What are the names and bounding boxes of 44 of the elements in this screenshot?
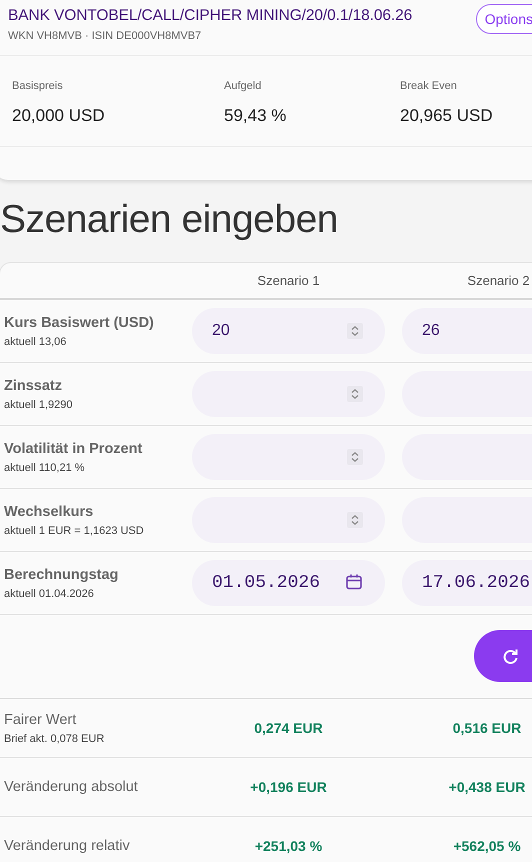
figure-value: 20,000 USD <box>12 106 106 126</box>
figure-value: 20,965 USD <box>400 106 494 126</box>
input-label: Wechselkurs <box>4 504 94 520</box>
current-value: aktuell 1,9290 <box>4 398 74 410</box>
current-value: aktuell 1 EUR = 1,1623 USD <box>4 524 145 536</box>
current-value: aktuell 13,06 <box>4 336 68 348</box>
figure-label: Aufgeld <box>224 80 262 92</box>
stepper-icon[interactable] <box>347 323 363 339</box>
input-label: Zinssatz <box>4 378 64 394</box>
current-value: aktuell 01.04.2026 <box>4 588 95 600</box>
input-label: Berechnungstag <box>4 566 120 582</box>
calendar-icon[interactable] <box>345 573 363 590</box>
result-label: Fairer Wert <box>4 712 78 728</box>
input-label: Volatilität in Prozent <box>4 440 144 456</box>
input-field[interactable] <box>192 497 385 543</box>
column-header: Szenario 2 <box>466 273 531 288</box>
input-field[interactable] <box>192 434 385 480</box>
stepper-icon[interactable] <box>347 449 363 465</box>
result-value: +251,03 % <box>254 838 324 854</box>
section-heading: Szenarien eingeben <box>0 198 339 242</box>
product-identifiers: WKN VH8MVB · ISIN DE000VH8MVB7 <box>8 30 202 42</box>
product-title: BANK VONTOBEL/CALL/CIPHER MINING/20/0.1/18.06.26 <box>8 7 412 25</box>
figure-label: Break Even <box>400 80 458 92</box>
input-field[interactable]: 26 <box>402 308 532 354</box>
input-field[interactable]: 20 <box>192 308 385 354</box>
result-value: 0,516 EUR <box>452 720 522 736</box>
column-header: Szenario 1 <box>256 273 321 288</box>
result-value: +0,438 EUR <box>448 779 526 795</box>
result-label: Veränderung relativ <box>4 838 131 854</box>
current-value: aktuell 110,21 % <box>4 462 86 474</box>
date-field[interactable]: 17.06.2026 <box>402 560 532 606</box>
stepper-icon[interactable] <box>347 386 363 402</box>
result-note: Brief akt. 0,078 EUR <box>4 732 106 744</box>
figure-label: Basispreis <box>12 80 64 92</box>
stepper-icon[interactable] <box>347 512 363 528</box>
input-field[interactable] <box>192 371 385 417</box>
date-field[interactable]: 01.05.2026 <box>192 560 385 606</box>
result-value: +0,196 EUR <box>249 779 328 795</box>
result-value: +562,05 % <box>452 838 522 854</box>
result-label: Veränderung absolut <box>4 779 139 795</box>
refresh-icon <box>502 648 519 664</box>
result-value: 0,274 EUR <box>253 720 324 736</box>
input-label: Kurs Basiswert (USD) <box>4 314 155 330</box>
figure-value: 59,43 % <box>224 106 288 126</box>
